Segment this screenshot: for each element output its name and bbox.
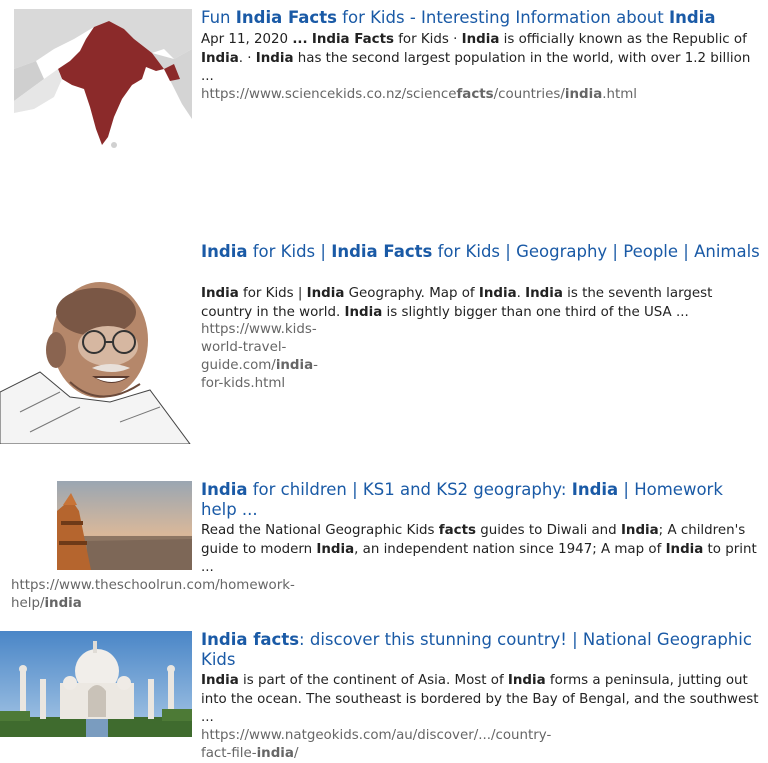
highlighted-term: India Facts [311, 32, 394, 47]
text-segment: Fun [201, 8, 236, 27]
india-map-image [14, 9, 192, 149]
highlighted-term: facts [438, 523, 476, 538]
text-segment: for Kids - Interesting Information about [336, 8, 669, 27]
text-segment: Geography. Map of [344, 286, 479, 301]
result-url[interactable]: https://www.theschoolrun.com/homework-he… [11, 577, 295, 613]
text-segment: https://www.sciencekids.co.nz/science [201, 87, 457, 102]
text-segment: for Kids · [393, 32, 462, 47]
city-temple-photo-thumbnail[interactable] [57, 481, 192, 570]
highlighted-term: India [507, 673, 546, 688]
text-segment: . · [238, 50, 256, 66]
text-segment: guides to Diwali and [475, 523, 621, 538]
highlighted-term: india [44, 596, 82, 611]
result-title[interactable]: Fun India Facts for Kids - Interesting I… [201, 8, 763, 28]
result-url[interactable]: https://www.natgeokids.com/au/discover/.… [201, 727, 551, 763]
text-segment: /countries/ [493, 87, 565, 102]
city-temple-photo-image [57, 481, 192, 570]
highlighted-term: facts [456, 87, 494, 102]
text-segment: / [293, 746, 299, 761]
highlighted-term: India [461, 32, 500, 47]
highlighted-term: India [201, 480, 248, 499]
text-segment: , an independent nation since 1947; A ma… [354, 541, 666, 557]
highlighted-term: India [571, 480, 619, 499]
result-snippet: Apr 11, 2020 ... India Facts for Kids · … [201, 31, 763, 87]
text-segment: for Kids | Geography | People | Animals [432, 242, 760, 261]
text-segment: https://www.natgeokids.com/au/discover/.… [201, 728, 552, 761]
highlighted-term: India [620, 523, 659, 538]
highlighted-term: India [665, 541, 704, 557]
text-segment: Apr 11, 2020 [201, 32, 293, 47]
result-snippet: India is part of the continent of Asia. … [201, 672, 763, 728]
result-title[interactable]: India for children | KS1 and KS2 geograp… [201, 480, 763, 520]
india-map-thumbnail[interactable] [14, 9, 192, 149]
highlighted-term: India facts [201, 630, 300, 649]
highlighted-term: India [255, 50, 294, 66]
result-snippet: Read the National Geographic Kids facts … [201, 522, 763, 578]
highlighted-term: India [478, 286, 517, 301]
text-segment: for children | KS1 and KS2 geography: [247, 480, 572, 499]
highlighted-term: India Facts [235, 8, 337, 27]
highlighted-term: India [668, 8, 716, 27]
highlighted-term: India [525, 286, 563, 301]
text-segment: Read the National Geographic Kids [201, 523, 439, 538]
highlighted-term: india [275, 358, 314, 373]
text-segment: .html [602, 87, 637, 102]
result-snippet: India for Kids | India Geography. Map of… [201, 285, 763, 322]
highlighted-term: ... [292, 32, 308, 47]
text-segment: for Kids | [238, 286, 307, 301]
gandhi-illustration-thumbnail[interactable] [0, 272, 192, 444]
text-segment: is part of the continent of Asia. Most o… [238, 673, 508, 688]
highlighted-term: India [201, 50, 239, 66]
result-url[interactable]: https://www.sciencekids.co.nz/sciencefac… [201, 86, 637, 104]
result-url[interactable]: https://www.kids-world-travel-guide.com/… [201, 321, 318, 393]
text-segment: for Kids | [247, 242, 332, 261]
highlighted-term: India [316, 541, 355, 557]
text-segment: is slightly bigger than one third of the… [382, 304, 689, 320]
highlighted-term: India Facts [331, 242, 433, 261]
highlighted-term: India [201, 242, 248, 261]
highlighted-term: india [564, 87, 603, 102]
result-title[interactable]: India facts: discover this stunning coun… [201, 630, 763, 670]
highlighted-term: India [201, 673, 239, 688]
taj-mahal-photo-thumbnail[interactable] [0, 631, 192, 737]
highlighted-term: India [201, 286, 239, 301]
gandhi-illustration-image [0, 272, 192, 444]
text-segment: . [516, 286, 526, 301]
highlighted-term: India [344, 304, 383, 320]
highlighted-term: India [306, 286, 345, 301]
highlighted-term: india [256, 746, 294, 761]
text-segment: is officially known as the Republic of [499, 32, 747, 47]
result-title[interactable]: India for Kids | India Facts for Kids | … [201, 242, 763, 262]
taj-mahal-photo-image [0, 631, 192, 737]
